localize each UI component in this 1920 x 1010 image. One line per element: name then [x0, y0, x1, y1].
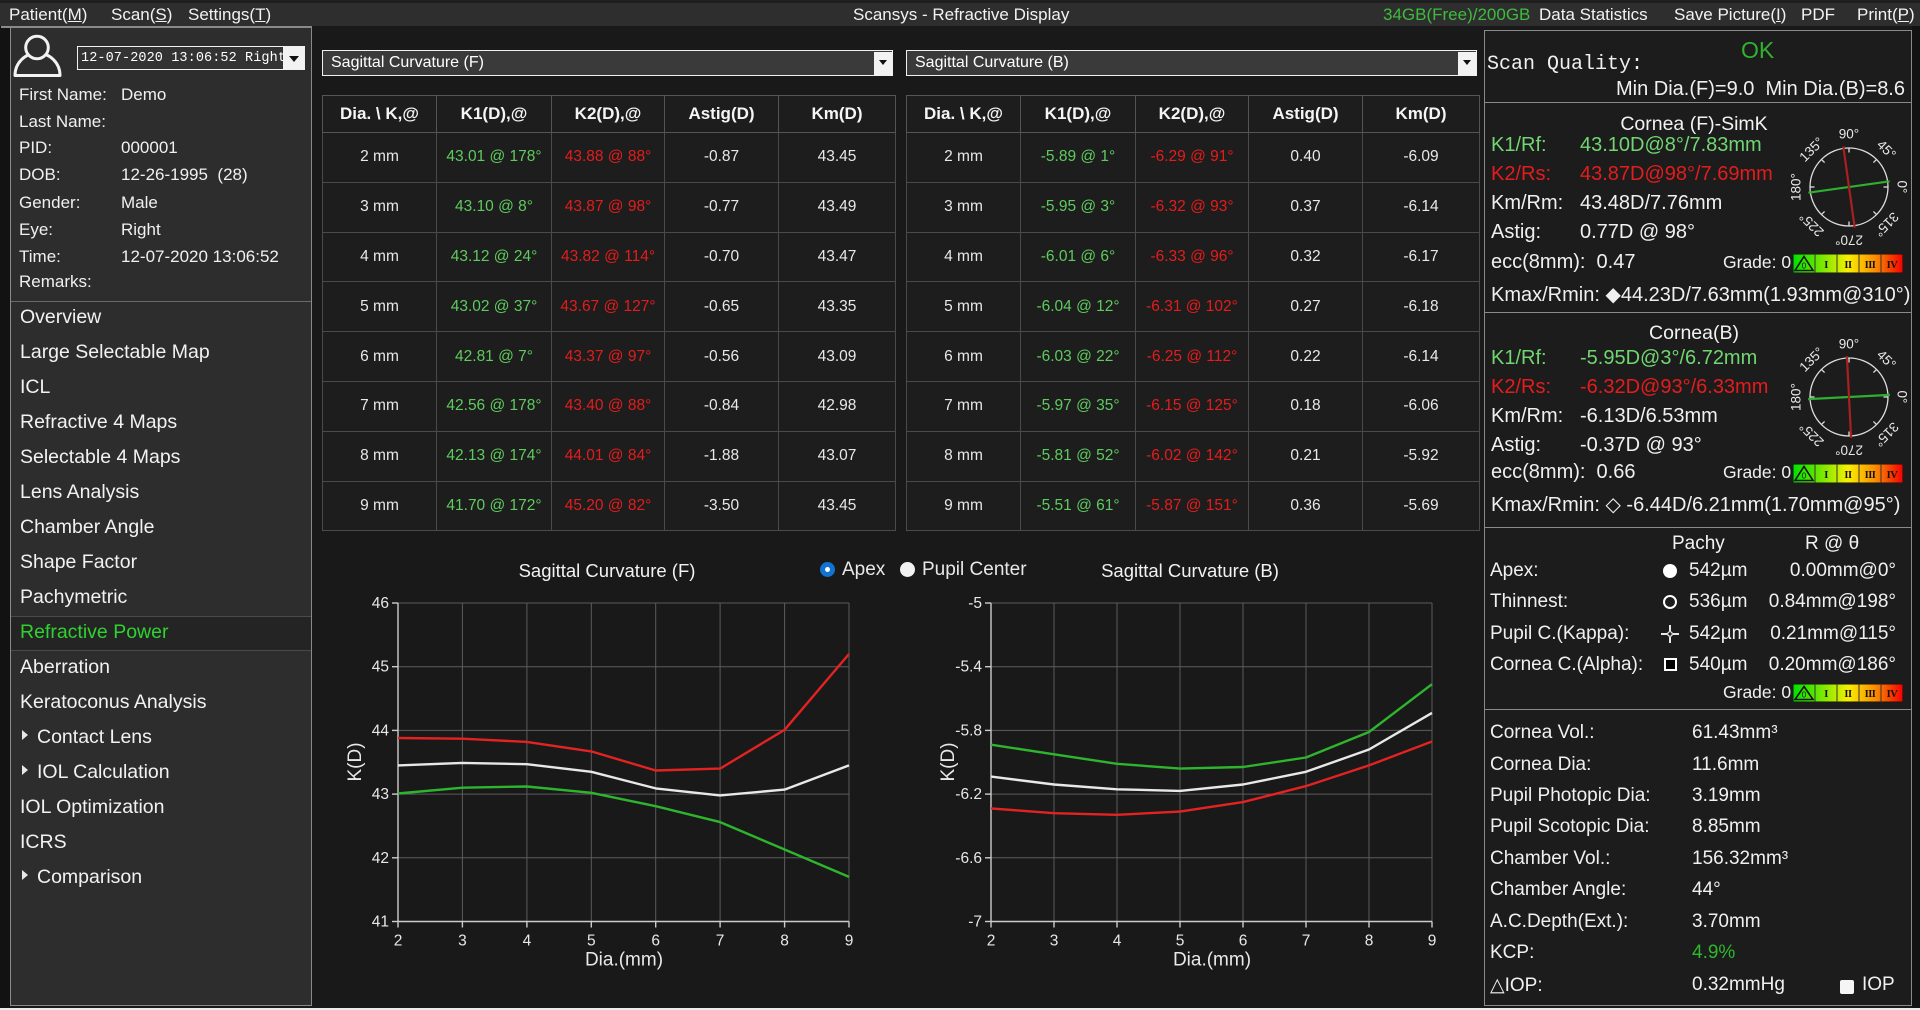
svg-text:3: 3 — [1050, 933, 1059, 950]
svg-text:II: II — [1844, 689, 1852, 700]
svg-text:II: II — [1844, 470, 1852, 481]
svg-text:III: III — [1865, 470, 1876, 481]
svg-text:90°: 90° — [1839, 337, 1859, 352]
svg-text:0: 0 — [1802, 472, 1807, 481]
svg-text:-7: -7 — [968, 914, 982, 931]
svg-text:7: 7 — [1302, 933, 1311, 950]
svg-text:II: II — [1844, 260, 1852, 271]
svg-text:IV: IV — [1887, 689, 1899, 700]
svg-text:-6.6: -6.6 — [955, 850, 982, 867]
svg-text:-5: -5 — [968, 595, 982, 612]
svg-text:I: I — [1824, 470, 1828, 481]
svg-text:K(D): K(D) — [938, 742, 959, 781]
svg-text:-5.4: -5.4 — [955, 659, 982, 676]
svg-text:4: 4 — [1113, 933, 1122, 950]
svg-text:I: I — [1824, 689, 1828, 700]
svg-text:90°: 90° — [1839, 127, 1859, 142]
svg-text:Dia.(mm): Dia.(mm) — [1173, 950, 1251, 971]
svg-text:270°: 270° — [1835, 442, 1863, 457]
svg-text:9: 9 — [1428, 933, 1437, 950]
svg-text:5: 5 — [1176, 933, 1185, 950]
svg-text:-6.2: -6.2 — [955, 786, 982, 803]
svg-text:270°: 270° — [1835, 232, 1863, 247]
svg-text:-5.8: -5.8 — [955, 722, 982, 739]
svg-text:0: 0 — [1802, 262, 1807, 271]
svg-text:45°: 45° — [1874, 137, 1899, 162]
svg-text:I: I — [1824, 260, 1828, 271]
svg-text:IV: IV — [1887, 260, 1899, 271]
svg-text:45°: 45° — [1874, 347, 1899, 372]
svg-text:2: 2 — [987, 933, 996, 950]
svg-text:0: 0 — [1802, 691, 1807, 700]
svg-text:III: III — [1865, 260, 1876, 271]
svg-text:180°: 180° — [1789, 383, 1804, 411]
svg-text:III: III — [1865, 689, 1876, 700]
svg-text:6: 6 — [1239, 933, 1248, 950]
svg-text:180°: 180° — [1789, 173, 1804, 201]
svg-text:0°: 0° — [1894, 181, 1909, 194]
svg-text:0°: 0° — [1894, 391, 1909, 404]
svg-text:IV: IV — [1887, 470, 1899, 481]
svg-text:8: 8 — [1365, 933, 1374, 950]
